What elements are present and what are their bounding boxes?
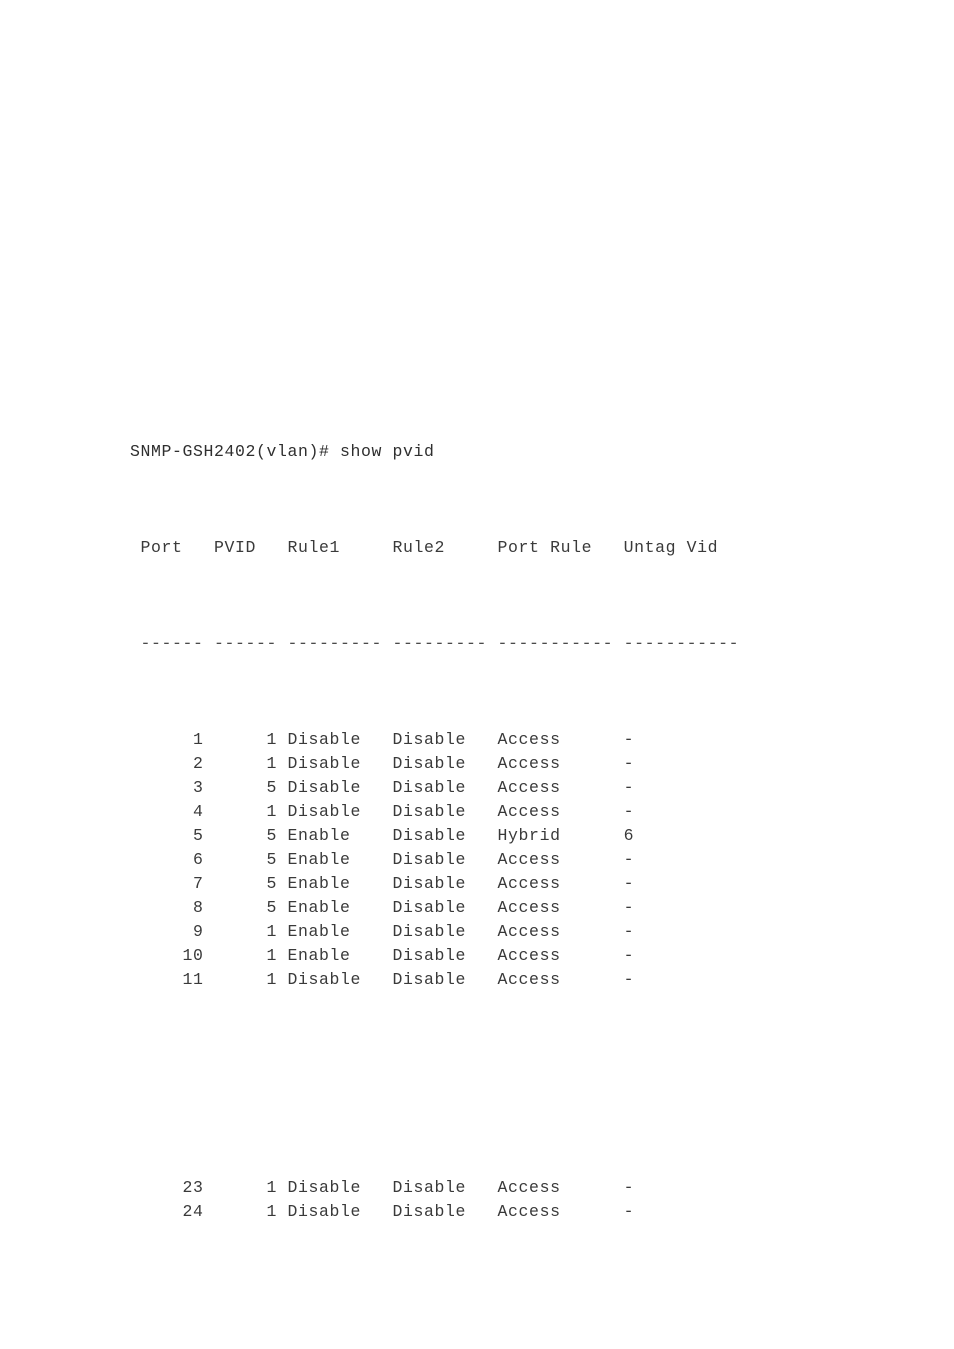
- table-row: 1 1 Disable Disable Access -: [130, 730, 635, 749]
- table-row: 5 5 Enable Disable Hybrid 6: [130, 826, 635, 845]
- table-row: 23 1 Disable Disable Access -: [130, 1178, 635, 1197]
- table-body-bottom: 23 1 Disable Disable Access - 24 1 Disab…: [130, 1176, 739, 1224]
- table-row: 8 5 Enable Disable Access -: [130, 898, 635, 917]
- table-header-separator: ------ ------ --------- --------- ------…: [130, 634, 740, 653]
- table-row: 11 1 Disable Disable Access -: [130, 970, 635, 989]
- table-row: 24 1 Disable Disable Access -: [130, 1202, 635, 1221]
- table-row: 4 1 Disable Disable Access -: [130, 802, 635, 821]
- table-row: 3 5 Disable Disable Access -: [130, 778, 635, 797]
- table-row: 9 1 Enable Disable Access -: [130, 922, 635, 941]
- table-row: 7 5 Enable Disable Access -: [130, 874, 635, 893]
- table-row: 2 1 Disable Disable Access -: [130, 754, 635, 773]
- table-row: 6 5 Enable Disable Access -: [130, 850, 635, 869]
- console-output: SNMP-GSH2402(vlan)# show pvid Port PVID …: [130, 368, 739, 1272]
- table-row-gap: [130, 1064, 739, 1104]
- command-prompt-line: SNMP-GSH2402(vlan)# show pvid: [130, 442, 435, 461]
- table-header-row: Port PVID Rule1 Rule2 Port Rule Untag Vi…: [130, 538, 719, 557]
- table-body-top: 1 1 Disable Disable Access - 2 1 Disable…: [130, 728, 739, 992]
- table-row: 10 1 Enable Disable Access -: [130, 946, 635, 965]
